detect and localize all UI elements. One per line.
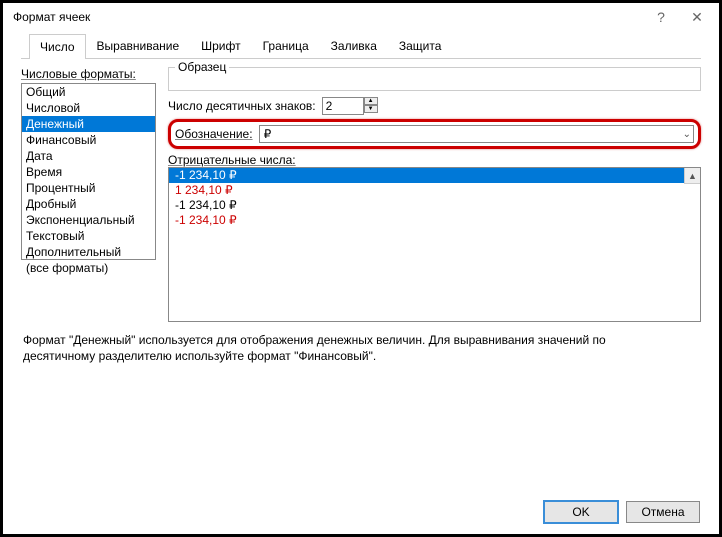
chevron-down-icon: ⌄ bbox=[683, 129, 691, 140]
format-list-label: Числовые форматы: bbox=[21, 67, 156, 81]
symbol-dropdown[interactable]: ₽ ⌄ bbox=[259, 125, 694, 143]
format-item[interactable]: (все форматы) bbox=[22, 260, 155, 276]
format-item[interactable]: Дополнительный bbox=[22, 244, 155, 260]
tab-1[interactable]: Выравнивание bbox=[86, 33, 191, 58]
window-title: Формат ячеек bbox=[13, 10, 90, 24]
title-bar: Формат ячеек ? ✕ bbox=[3, 3, 719, 31]
tab-3[interactable]: Граница bbox=[252, 33, 320, 58]
help-icon[interactable]: ? bbox=[643, 5, 679, 29]
ok-button[interactable]: OK bbox=[544, 501, 618, 523]
negative-option[interactable]: -1 234,10 ₽ bbox=[169, 213, 700, 228]
format-item[interactable]: Процентный bbox=[22, 180, 155, 196]
scroll-up-icon[interactable]: ▲ bbox=[684, 168, 700, 184]
format-item[interactable]: Числовой bbox=[22, 100, 155, 116]
tab-4[interactable]: Заливка bbox=[320, 33, 388, 58]
decimal-input[interactable] bbox=[322, 97, 364, 115]
format-item[interactable]: Денежный bbox=[22, 116, 155, 132]
negative-list[interactable]: ▲ -1 234,10 ₽1 234,10 ₽-1 234,10 ₽-1 234… bbox=[168, 167, 701, 322]
negative-option[interactable]: -1 234,10 ₽ bbox=[169, 168, 700, 183]
symbol-label: Обозначение: bbox=[175, 127, 253, 141]
format-item[interactable]: Дата bbox=[22, 148, 155, 164]
format-item[interactable]: Время bbox=[22, 164, 155, 180]
format-item[interactable]: Текстовый bbox=[22, 228, 155, 244]
tabs-bar: ЧислоВыравниваниеШрифтГраницаЗаливкаЗащи… bbox=[21, 33, 701, 59]
close-icon[interactable]: ✕ bbox=[679, 5, 715, 29]
format-description: Формат "Денежный" используется для отобр… bbox=[3, 322, 643, 364]
format-item[interactable]: Общий bbox=[22, 84, 155, 100]
negative-option[interactable]: -1 234,10 ₽ bbox=[169, 198, 700, 213]
tab-5[interactable]: Защита bbox=[388, 33, 453, 58]
symbol-highlight: Обозначение: ₽ ⌄ bbox=[168, 119, 701, 149]
tab-0[interactable]: Число bbox=[29, 34, 86, 59]
dialog-buttons: OK Отмена bbox=[544, 501, 700, 523]
spinner-up-icon[interactable]: ▲ bbox=[364, 97, 378, 105]
decimal-label: Число десятичных знаков: bbox=[168, 99, 316, 113]
decimal-spinner[interactable]: ▲ ▼ bbox=[322, 97, 378, 115]
format-item[interactable]: Дробный bbox=[22, 196, 155, 212]
format-item[interactable]: Экспоненциальный bbox=[22, 212, 155, 228]
spinner-down-icon[interactable]: ▼ bbox=[364, 105, 378, 113]
format-item[interactable]: Финансовый bbox=[22, 132, 155, 148]
window-controls: ? ✕ bbox=[643, 5, 715, 29]
tab-2[interactable]: Шрифт bbox=[190, 33, 251, 58]
symbol-value: ₽ bbox=[264, 127, 272, 141]
decimal-row: Число десятичных знаков: ▲ ▼ bbox=[168, 97, 701, 115]
negative-label: Отрицательные числа: bbox=[168, 153, 701, 167]
cancel-button[interactable]: Отмена bbox=[626, 501, 700, 523]
sample-group: Образец bbox=[168, 67, 701, 91]
negative-option[interactable]: 1 234,10 ₽ bbox=[169, 183, 700, 198]
symbol-row: Обозначение: ₽ ⌄ bbox=[175, 125, 694, 143]
format-list[interactable]: ОбщийЧисловойДенежныйФинансовыйДатаВремя… bbox=[21, 83, 156, 260]
sample-label: Образец bbox=[175, 60, 229, 74]
